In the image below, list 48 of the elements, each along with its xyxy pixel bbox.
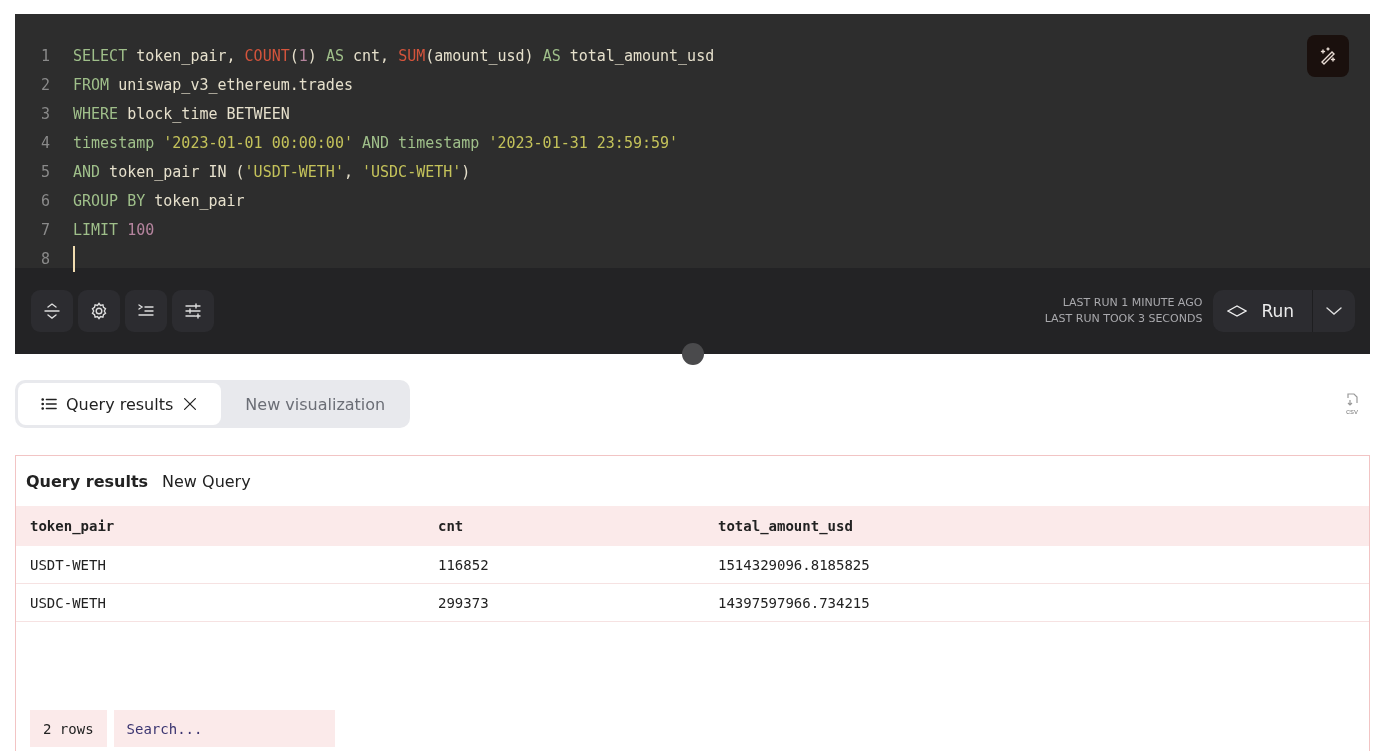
table-cell: 14397597966.734215 (704, 583, 1369, 622)
table-cell: 116852 (424, 546, 704, 584)
list-icon (40, 395, 58, 413)
resize-handle[interactable] (682, 343, 704, 365)
table-cell: 299373 (424, 583, 704, 622)
parameters-button[interactable] (172, 290, 214, 332)
settings-button[interactable] (78, 290, 120, 332)
format-button[interactable] (125, 290, 167, 332)
code-line: SELECT token_pair, COUNT(1) AS cnt, SUM(amount_usd) AS total_amount_usd (73, 46, 715, 65)
result-tab[interactable]: Query results (18, 383, 222, 425)
line-number: 5 (40, 162, 52, 181)
last-run-text: LAST RUN 1 MINUTE AGO (1062, 295, 1203, 311)
magic-wand-icon (1318, 46, 1338, 66)
line-number: 1 (40, 46, 52, 65)
result-tab[interactable]: New visualization (223, 383, 408, 425)
run-button[interactable]: Run (1213, 290, 1313, 332)
line-number: 4 (40, 133, 52, 152)
code-line: LIMIT 100 (73, 220, 155, 239)
table-cell: 1514329096.8185825 (704, 546, 1369, 584)
csv-download-button[interactable]: csv (1344, 392, 1360, 416)
line-number: 7 (40, 220, 52, 239)
results-title: Query results (26, 471, 149, 491)
code-line: GROUP BY token_pair (73, 191, 245, 210)
expand-collapse-icon (42, 301, 62, 321)
code-line: FROM uniswap_v3_ethereum.trades (73, 75, 353, 94)
search-field[interactable]: Search... (113, 710, 335, 747)
query-name: New Query (162, 471, 251, 491)
table-cell: USDT-WETH (16, 546, 424, 584)
settings-icon (89, 301, 109, 321)
sliders-icon (183, 301, 203, 321)
code-line: timestamp '2023-01-01 00:00:00' AND timestamp '2023-01-31 23:59:59' (73, 133, 679, 152)
column-header: total_amount_usd (704, 506, 1369, 546)
line-number: 6 (40, 191, 52, 210)
table-cell: USDC-WETH (16, 583, 424, 622)
run-duration-text: LAST RUN TOOK 3 SECONDS (1044, 311, 1203, 327)
line-number: 8 (40, 249, 52, 268)
expand-collapse-button[interactable] (31, 290, 73, 332)
line-number: 2 (40, 75, 52, 94)
row-count: 2 rows (30, 710, 107, 747)
column-header: cnt (424, 506, 704, 546)
run-options-button[interactable] (1313, 290, 1355, 332)
file-download-icon (1344, 392, 1360, 407)
column-header: token_pair (16, 506, 424, 546)
code-line: WHERE block_time BETWEEN (73, 104, 290, 123)
code-line: AND token_pair IN ('USDT-WETH', 'USDC-WETH') (73, 162, 471, 181)
magic-wand-button[interactable] (1307, 35, 1349, 77)
diamond-icon (1227, 305, 1248, 317)
line-number: 3 (40, 104, 52, 123)
